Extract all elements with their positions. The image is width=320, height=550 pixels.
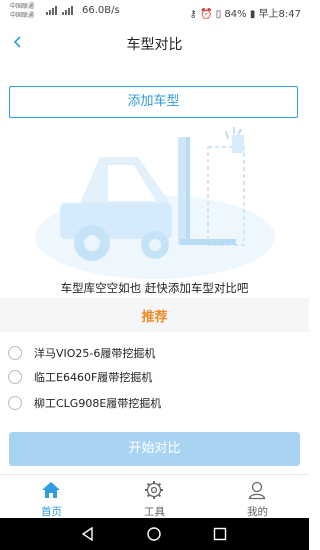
- carrier-bottom: 中国联通: [10, 12, 35, 19]
- title-bar: 车型对比: [0, 22, 309, 66]
- alarm-icon: ⏰: [200, 9, 213, 20]
- network-speed: 66.0B/s: [82, 5, 120, 16]
- tab-tools-label: 工具: [144, 506, 165, 518]
- add-vehicle-button[interactable]: 添加车型: [9, 86, 298, 118]
- status-right: ⚷ ⏰ ▯ 84% ▮ 早上8:47: [190, 5, 301, 20]
- recommend-item-name: 洋马VIO25-6履带挖掘机: [34, 347, 156, 360]
- vibrate-icon: ▯: [215, 9, 222, 20]
- recommend-item[interactable]: 临工E6460F履带挖掘机: [8, 366, 288, 390]
- home-icon: [42, 482, 60, 498]
- empty-state-message: 车型库空空如也 赶快添加车型对比吧: [60, 281, 249, 295]
- user-icon: [248, 481, 266, 500]
- start-compare-button[interactable]: 开始对比: [9, 432, 300, 466]
- page-title: 车型对比: [126, 37, 183, 53]
- radio-button[interactable]: [8, 346, 22, 360]
- recommend-item-name: 临工E6460F履带挖掘机: [34, 371, 153, 384]
- recommend-item[interactable]: 洋马VIO25-6履带挖掘机: [8, 342, 288, 366]
- status-bar: 中国联通 中国联通 66.0B/s ⚷ ⏰ ▯ 84% ▮ 早上8:47: [0, 0, 309, 22]
- tab-home-label: 首页: [41, 506, 62, 518]
- radio-button[interactable]: [8, 396, 22, 410]
- recommend-item-name: 柳工CLG908E履带挖掘机: [34, 397, 162, 410]
- battery-icon: ▮: [249, 9, 256, 20]
- radio-button[interactable]: [8, 370, 22, 384]
- home-circle-icon[interactable]: [146, 526, 162, 542]
- tab-tools[interactable]: 工具: [103, 475, 206, 519]
- clock: 早上8:47: [258, 9, 301, 20]
- recommend-item[interactable]: 柳工CLG908E履带挖掘机: [8, 392, 288, 416]
- forklift-illustration: [35, 127, 275, 279]
- back-triangle-icon[interactable]: [80, 526, 96, 542]
- key-icon: ⚷: [189, 9, 197, 20]
- bottom-tab-bar: 首页 工具 我的: [0, 474, 309, 519]
- carrier-top: 中国联通: [10, 3, 35, 10]
- tab-home[interactable]: 首页: [0, 475, 103, 519]
- system-nav-bar: [0, 518, 309, 550]
- tab-mine[interactable]: 我的: [206, 475, 309, 519]
- battery-level: 84%: [224, 9, 247, 20]
- tab-mine-label: 我的: [247, 506, 268, 518]
- carrier-info: 中国联通 中国联通: [10, 2, 34, 20]
- recommend-title: 推荐: [141, 310, 168, 325]
- gear-icon: [145, 481, 163, 499]
- signal-icon: [46, 6, 73, 15]
- recents-square-icon[interactable]: [212, 526, 228, 542]
